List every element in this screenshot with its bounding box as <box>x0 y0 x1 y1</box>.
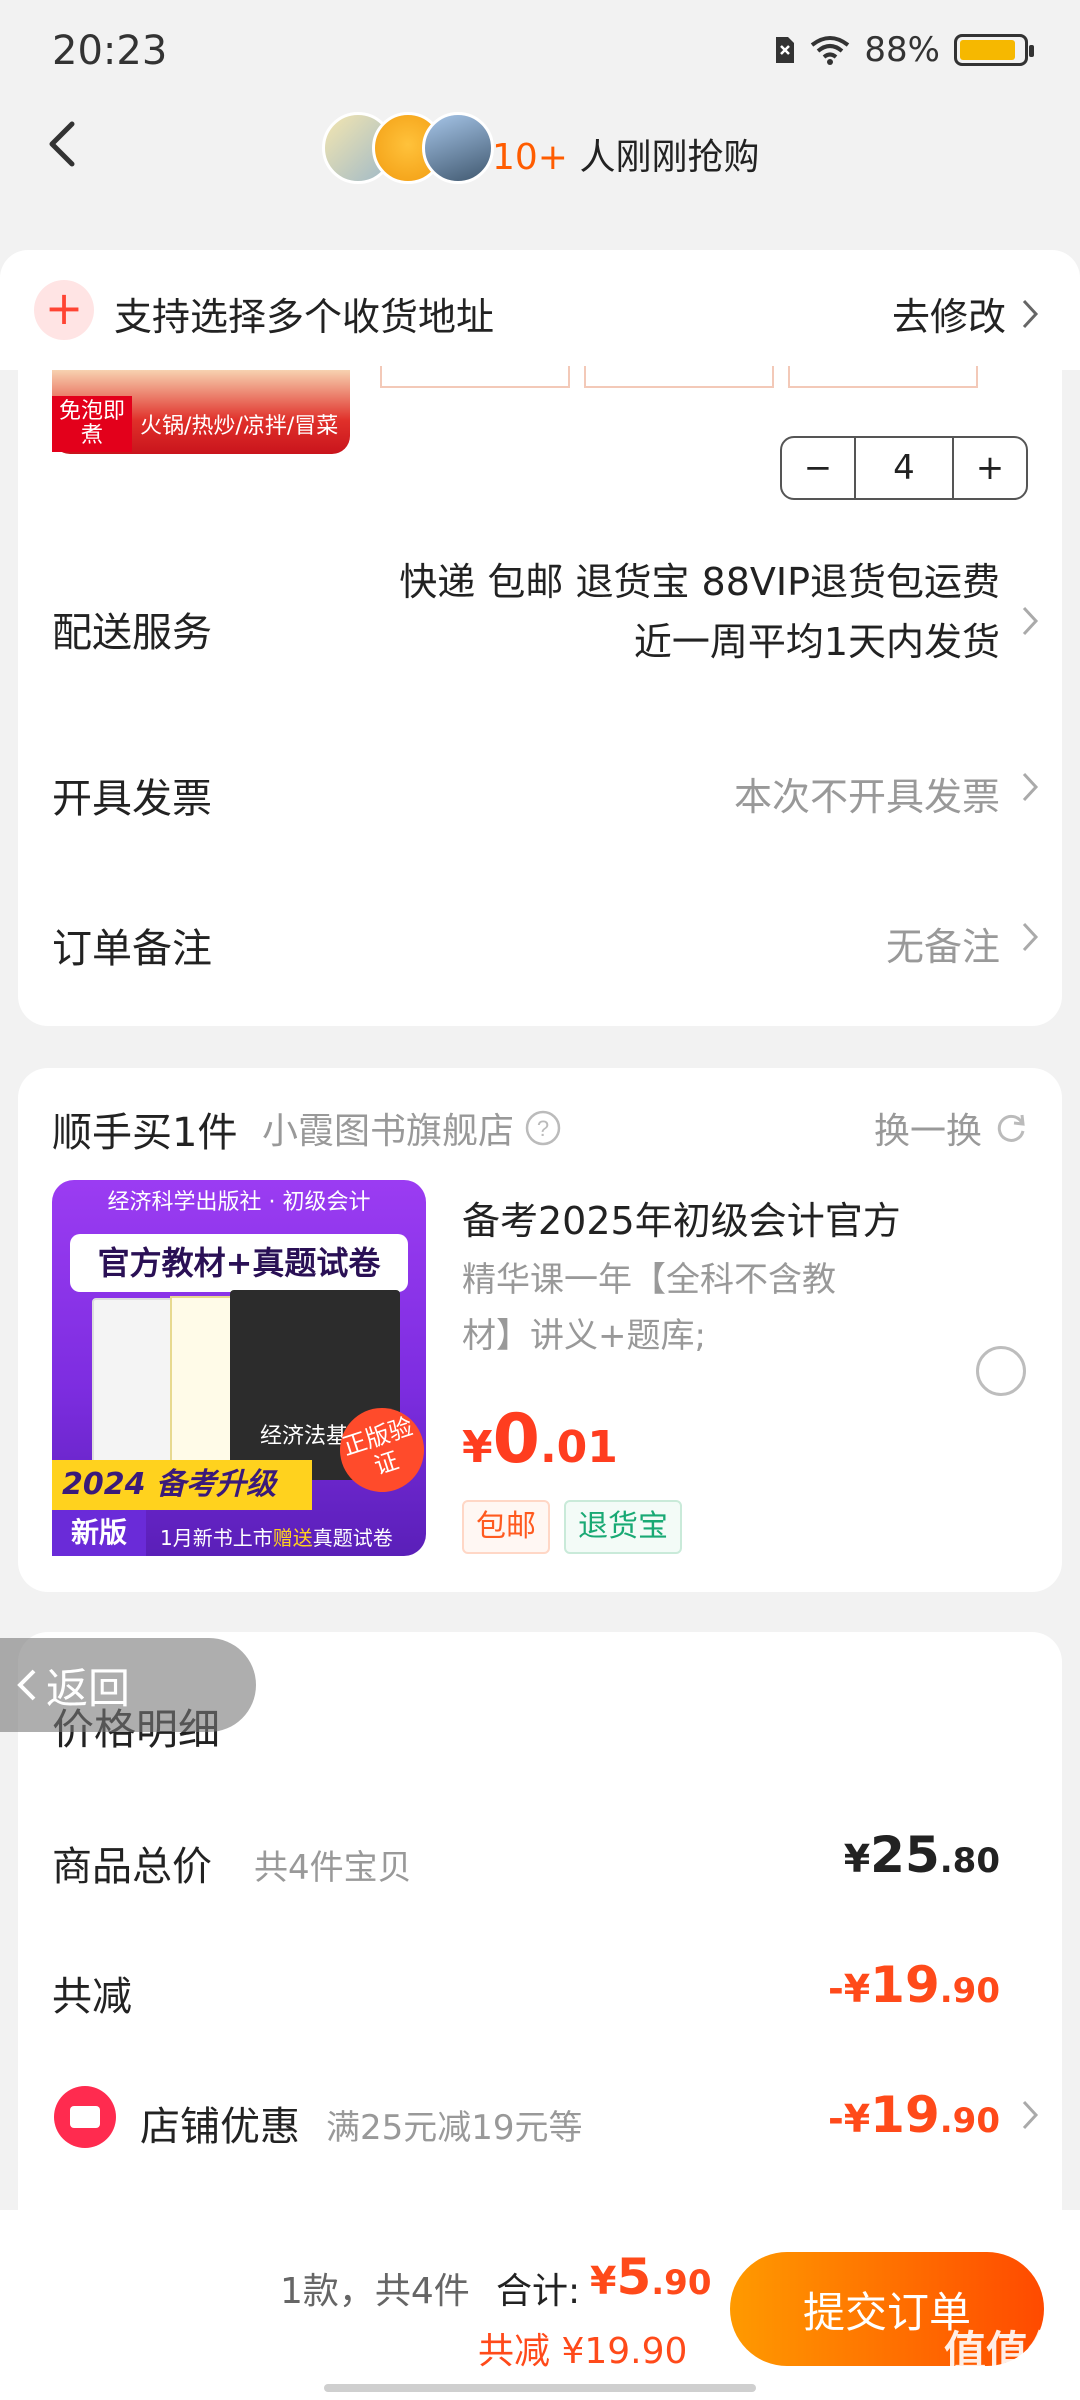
back-arrow-icon[interactable] <box>40 118 84 170</box>
addon-store[interactable]: 小霞图书旗舰店 ? <box>262 1102 562 1154</box>
sim-icon <box>776 37 795 63</box>
svg-text:?: ? <box>537 1116 549 1141</box>
status-icons: 88% <box>774 30 1034 70</box>
shop-discount-amount[interactable]: -¥19.90 <box>828 2086 1000 2144</box>
chevron-right-icon[interactable] <box>1020 604 1040 638</box>
recent-buyers-text: 10+ 人刚刚抢购 <box>492 128 759 180</box>
avatar <box>422 112 494 184</box>
delivery-options: 快递 包邮 退货宝 88VIP退货包运费 <box>399 560 1000 604</box>
modify-address-label: 去修改 <box>891 295 1006 339</box>
total-note: 共4件宝贝 <box>254 1848 412 1888</box>
invoice-label: 开具发票 <box>52 776 212 822</box>
quantity-value[interactable]: 4 <box>854 438 954 498</box>
chevron-left-icon <box>17 1669 36 1701</box>
help-icon[interactable]: ? <box>524 1109 562 1147</box>
buyers-label: 人刚刚抢购 <box>579 137 760 178</box>
upgrade-label: 2024 备考升级 <box>52 1460 312 1510</box>
shop-icon <box>54 2086 116 2148</box>
watermark: 值值值 zhizhizhi.com <box>943 2327 1070 2394</box>
buyer-avatars <box>322 112 494 184</box>
multi-address-text: 支持选择多个收货地址 <box>114 295 495 339</box>
product-badge-right: 火锅/热炒/凉拌/冒菜 <box>140 414 339 439</box>
book-footer: 1月新书上市赠送真题试卷 <box>160 1526 393 1550</box>
invoice-value[interactable]: 本次不开具发票 <box>734 766 1000 821</box>
chevron-right-icon[interactable] <box>1020 2098 1040 2132</box>
reduce-label: 共减 <box>52 1974 132 2020</box>
delivery-label: 配送服务 <box>52 610 212 656</box>
increase-button[interactable]: + <box>954 438 1026 498</box>
product-image-tag: 免泡即煮 火锅/热炒/凉拌/冒菜 <box>52 394 350 454</box>
wifi-icon <box>811 36 850 65</box>
modify-address-link[interactable]: 去修改 <box>892 286 1040 341</box>
addon-title: 顺手买1件 <box>52 1110 238 1156</box>
product-tags-cropped <box>380 366 978 388</box>
buyers-count: 10+ <box>492 137 568 178</box>
chevron-right-icon[interactable] <box>1020 920 1040 954</box>
grand-total-label: 合计: <box>496 2271 581 2312</box>
shop-discount-note: 满25元减19元等 <box>326 2108 583 2148</box>
total-amount: ¥25.80 <box>843 1826 1000 1884</box>
return-insurance-badge: 退货宝 <box>564 1500 682 1554</box>
switch-button[interactable]: 换一换 <box>874 1102 1030 1154</box>
addon-product-desc: 精华课一年【全科不含教材】讲义+题库; <box>462 1260 836 1356</box>
home-indicator[interactable] <box>324 2384 756 2392</box>
addon-product-title[interactable]: 备考2025年初级会计官方 <box>462 1190 901 1245</box>
product-badge-left: 免泡即煮 <box>52 396 132 452</box>
free-shipping-badge: 包邮 <box>462 1500 550 1554</box>
total-label: 商品总价 <box>52 1844 212 1890</box>
addon-badges: 包邮 退货宝 <box>462 1500 682 1554</box>
battery-icon <box>954 34 1034 66</box>
bottom-reduce-text: 共减 ¥19.90 <box>478 2331 688 2372</box>
book-banner: 官方教材+真题试卷 <box>70 1234 408 1292</box>
order-summary: 1款，共4件 <box>280 2271 470 2312</box>
status-time: 20:23 <box>52 28 168 74</box>
remark-label: 订单备注 <box>52 926 212 972</box>
grand-total-amount: ¥5.90 <box>590 2248 712 2306</box>
chevron-right-icon[interactable] <box>1020 770 1040 804</box>
return-button[interactable]: 返回 <box>0 1638 256 1732</box>
book-publisher-text: 经济科学出版社 · 初级会计 <box>107 1190 371 1215</box>
chevron-right-icon <box>1022 299 1039 328</box>
addon-select-radio[interactable] <box>976 1346 1026 1396</box>
refresh-icon <box>997 1114 1025 1142</box>
shop-discount-label: 店铺优惠 <box>140 2104 300 2150</box>
decrease-button[interactable]: − <box>782 438 854 498</box>
add-icon[interactable]: + <box>34 280 94 340</box>
quantity-stepper[interactable]: − 4 + <box>780 436 1028 500</box>
new-edition-label: 新版 <box>52 1510 146 1556</box>
battery-percent: 88% <box>864 30 940 70</box>
store-name: 小霞图书旗舰店 <box>262 1111 515 1152</box>
switch-label: 换一换 <box>873 1111 982 1152</box>
addon-price: ¥0.01 <box>462 1400 618 1479</box>
return-label: 返回 <box>46 1663 131 1713</box>
reduce-amount: -¥19.90 <box>827 1956 1000 2014</box>
delivery-service-row[interactable]: 快递 包邮 退货宝 88VIP退货包运费 近一周平均1天内发货 <box>399 552 1000 672</box>
shipping-time: 近一周平均1天内发货 <box>633 620 1000 664</box>
remark-value[interactable]: 无备注 <box>886 916 1000 971</box>
